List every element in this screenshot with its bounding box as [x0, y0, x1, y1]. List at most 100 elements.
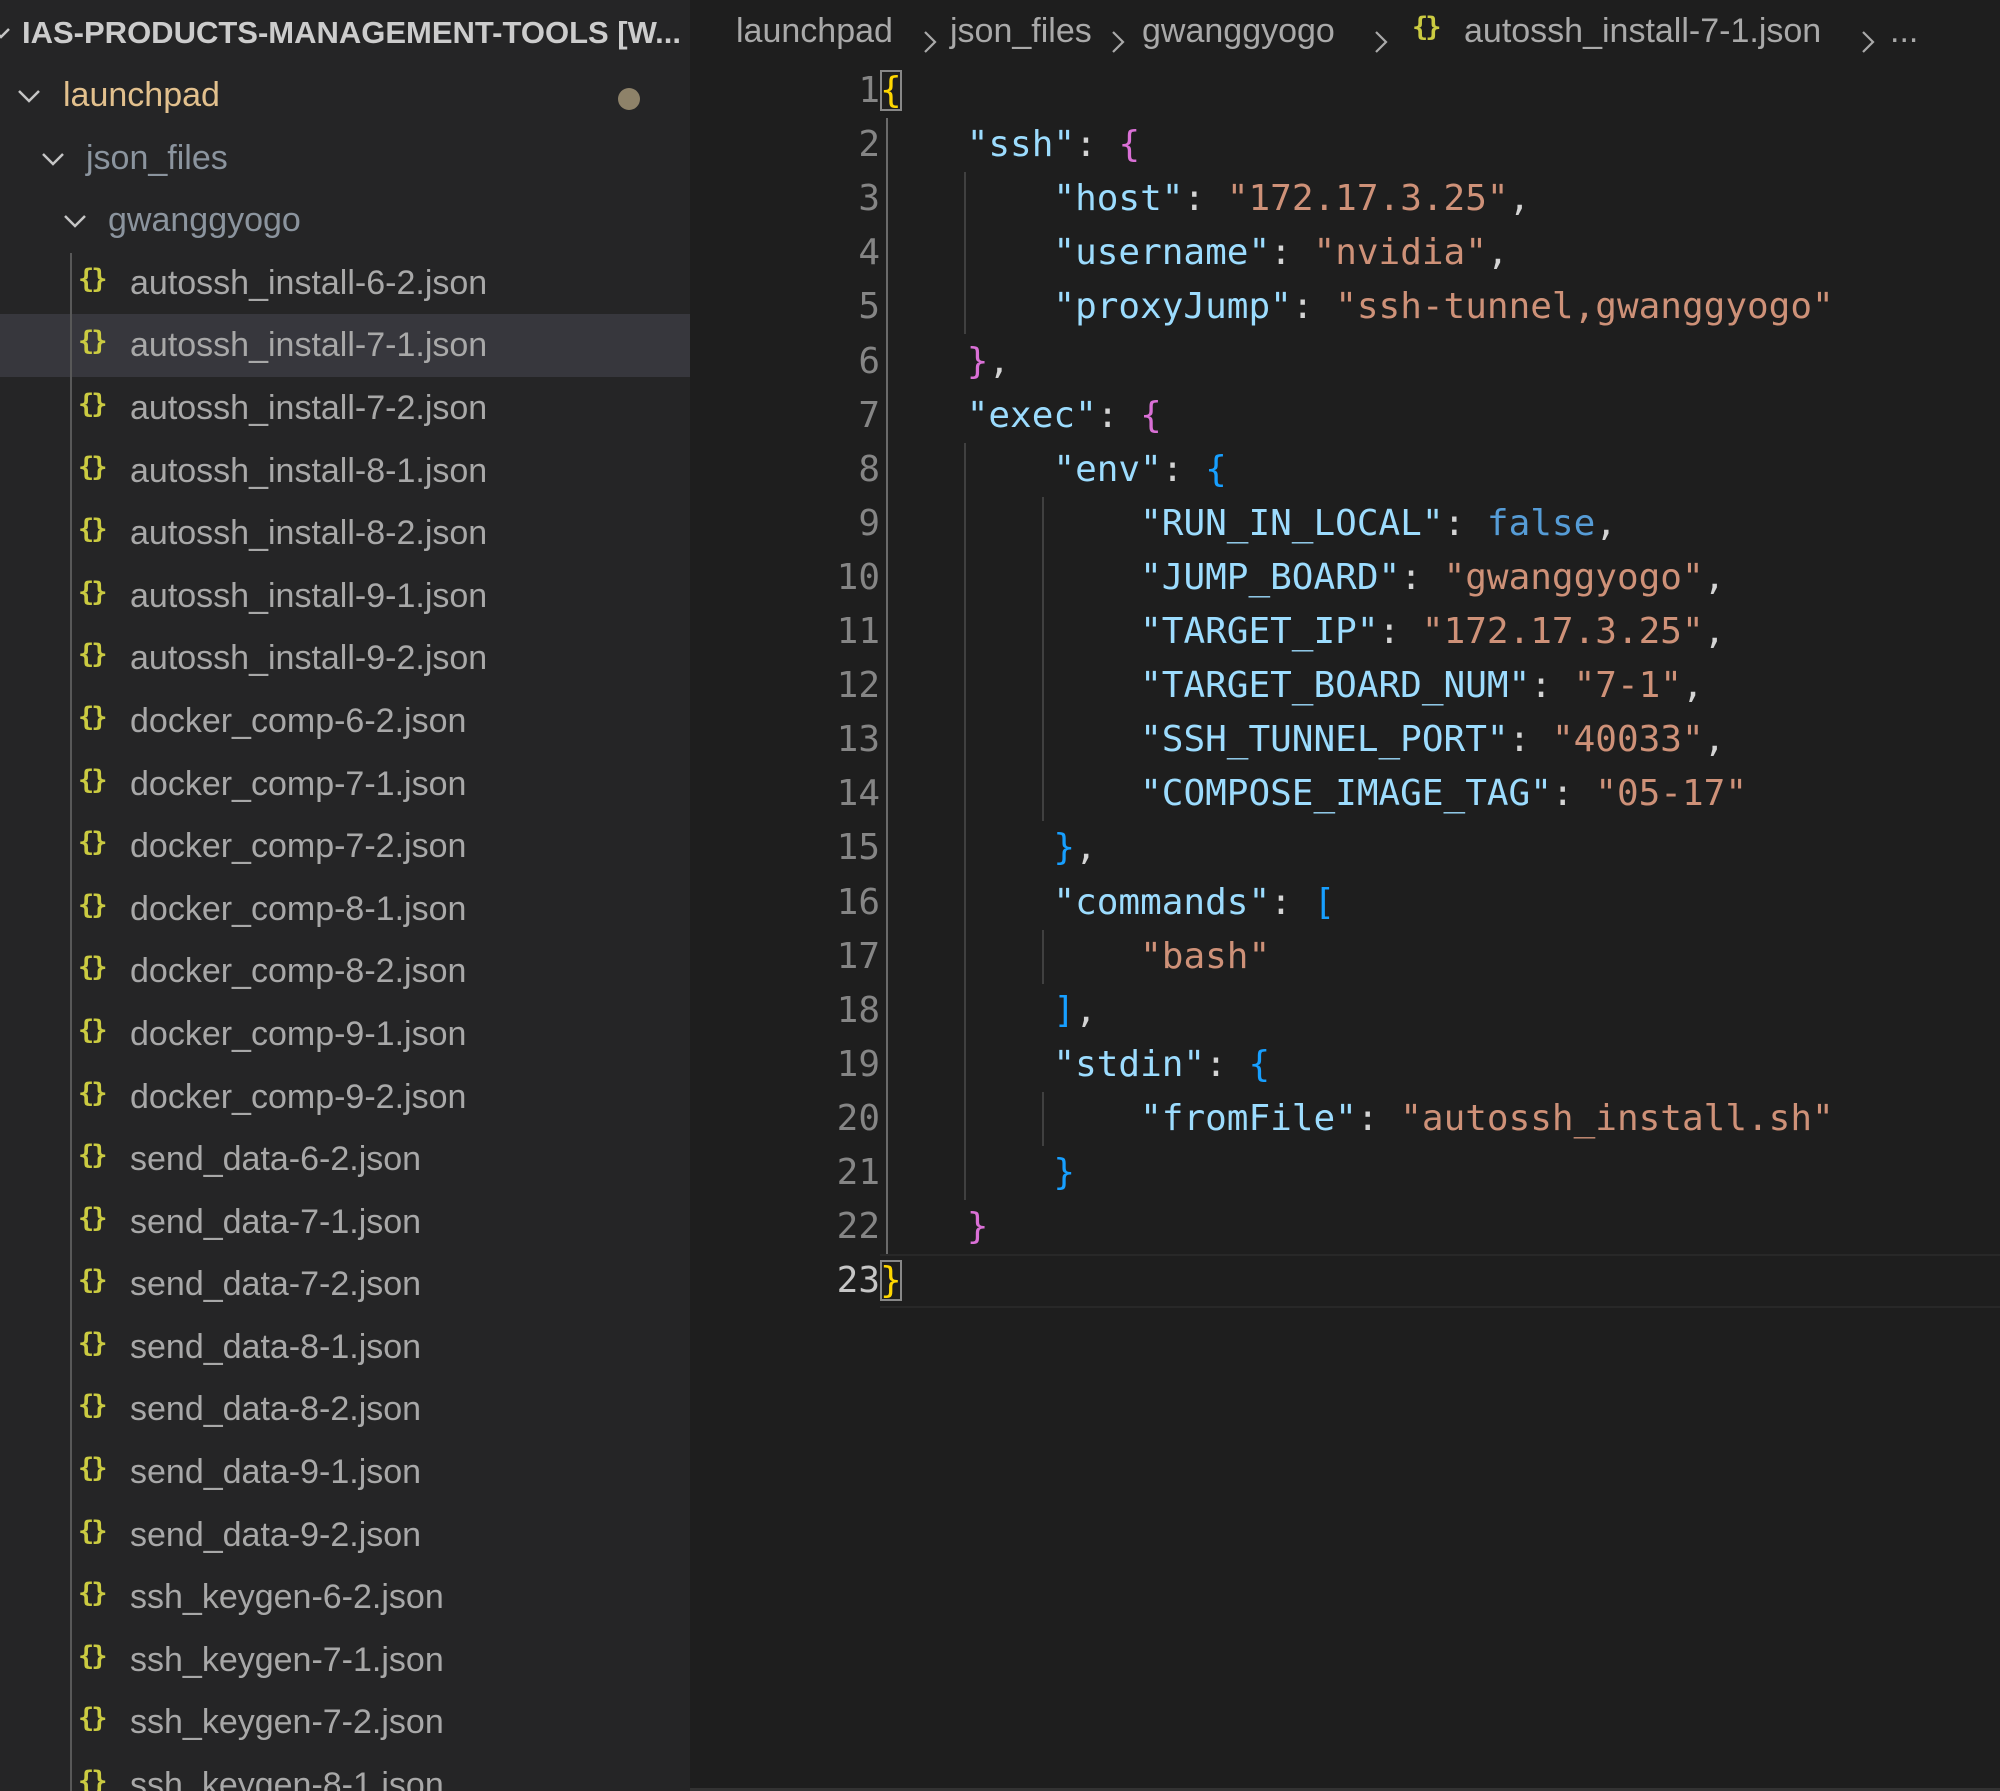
line-number: 16 [836, 881, 880, 923]
code-line[interactable]: 5 "proxyJump": "ssh-tunnel,gwanggyogo" [690, 280, 2000, 334]
chevron-down-icon [16, 83, 42, 114]
code-text: "COMPOSE_IMAGE_TAG": "05-17" [1140, 773, 1747, 815]
workspace-title: IAS-PRODUCTS-MANAGEMENT-TOOLS [W... [22, 15, 682, 50]
line-number: 19 [836, 1043, 880, 1085]
file-item[interactable]: {} ssh_keygen-6-2.json [0, 1566, 690, 1629]
json-braces-icon: {} [78, 1140, 107, 1172]
code-line[interactable]: 11 "TARGET_IP": "172.17.3.25", [690, 605, 2000, 659]
line-number: 10 [836, 556, 880, 598]
code-line[interactable]: 7 "exec": { [690, 389, 2000, 443]
json-braces-icon: {} [78, 576, 107, 608]
code-text: "env": { [1053, 448, 1227, 490]
code-text: } [966, 1206, 989, 1248]
file-item[interactable]: {} autossh_install-8-2.json [0, 502, 690, 565]
explorer-header[interactable]: IAS-PRODUCTS-MANAGEMENT-TOOLS [W... [0, 0, 690, 64]
file-item[interactable]: {} send_data-9-2.json [0, 1504, 690, 1567]
file-item[interactable]: {} send_data-8-2.json [0, 1378, 690, 1441]
code-line[interactable]: 10 "JUMP_BOARD": "gwanggyogo", [690, 551, 2000, 605]
code-line[interactable]: 9 "RUN_IN_LOCAL": false, [690, 497, 2000, 551]
file-label: autossh_install-6-2.json [130, 263, 488, 302]
json-braces-icon: {} [78, 388, 107, 420]
file-item[interactable]: {} send_data-7-2.json [0, 1253, 690, 1316]
file-item[interactable]: {} send_data-7-1.json [0, 1191, 690, 1254]
line-number: 11 [836, 611, 880, 652]
code-line[interactable]: 23} [690, 1254, 2000, 1308]
breadcrumb-ellipsis[interactable]: ... [1890, 12, 1918, 51]
file-item[interactable]: {} send_data-8-1.json [0, 1316, 690, 1379]
code-line[interactable]: 14 "COMPOSE_IMAGE_TAG": "05-17" [690, 767, 2000, 821]
file-label: ssh_keygen-8-1.json [130, 1766, 444, 1791]
file-label: ssh_keygen-6-2.json [130, 1578, 444, 1617]
chevron-down-icon [40, 146, 66, 177]
file-label: docker_comp-6-2.json [130, 701, 467, 740]
folder-launchpad[interactable]: launchpad [0, 64, 690, 127]
file-label: autossh_install-9-2.json [130, 639, 488, 678]
code-line[interactable]: 4 "username": "nvidia", [690, 226, 2000, 280]
line-number: 9 [858, 502, 880, 544]
folder-json-files[interactable]: json_files [0, 127, 690, 190]
modified-indicator [618, 88, 640, 110]
file-item[interactable]: {} docker_comp-6-2.json [0, 690, 690, 753]
file-item[interactable]: {} docker_comp-8-1.json [0, 878, 690, 941]
file-item[interactable]: {} ssh_keygen-8-1.json [0, 1754, 690, 1791]
breadcrumb-item-json-files[interactable]: json_files [950, 12, 1092, 51]
file-item[interactable]: {} autossh_install-9-2.json [0, 627, 690, 690]
code-text: { [880, 70, 902, 111]
code-line[interactable]: 21 } [690, 1146, 2000, 1200]
code-line[interactable]: 6 }, [690, 335, 2000, 389]
code-line[interactable]: 19 "stdin": { [690, 1038, 2000, 1092]
file-item[interactable]: {} autossh_install-6-2.json [0, 252, 690, 315]
code-line[interactable]: 15 }, [690, 821, 2000, 875]
code-line[interactable]: 17 "bash" [690, 930, 2000, 984]
file-item[interactable]: {} ssh_keygen-7-2.json [0, 1691, 690, 1754]
line-number: 15 [836, 827, 880, 869]
code-text: } [880, 1260, 902, 1302]
file-item[interactable]: {} docker_comp-9-1.json [0, 1003, 690, 1066]
json-braces-icon: {} [78, 1766, 107, 1791]
folder-label: launchpad [63, 76, 220, 114]
code-line[interactable]: 3 "host": "172.17.3.25", [690, 172, 2000, 226]
file-label: ssh_keygen-7-2.json [130, 1703, 444, 1742]
line-number: 21 [836, 1152, 880, 1193]
code-line[interactable]: 1{ [690, 64, 2000, 118]
file-item[interactable]: {} send_data-9-1.json [0, 1441, 690, 1504]
code-line[interactable]: 12 "TARGET_BOARD_NUM": "7-1", [690, 659, 2000, 713]
file-item[interactable]: {} docker_comp-7-2.json [0, 815, 690, 878]
breadcrumb-item-gwanggyogo[interactable]: gwanggyogo [1142, 12, 1335, 51]
code-line[interactable]: 20 "fromFile": "autossh_install.sh" [690, 1092, 2000, 1146]
line-number: 20 [836, 1097, 880, 1139]
json-braces-icon: {} [78, 701, 107, 733]
json-braces-icon: {} [78, 1265, 107, 1297]
file-item[interactable]: {} docker_comp-9-2.json [0, 1066, 690, 1129]
code-line[interactable]: 8 "env": { [690, 443, 2000, 497]
file-item[interactable]: {} send_data-6-2.json [0, 1128, 690, 1191]
file-label: send_data-7-2.json [130, 1265, 422, 1304]
file-label: send_data-8-1.json [130, 1327, 422, 1366]
code-line[interactable]: 16 "commands": [ [690, 876, 2000, 930]
json-braces-icon: {} [78, 827, 107, 859]
breadcrumb: launchpad json_files gwanggyogo {} autos… [690, 0, 2000, 64]
file-item[interactable]: {} ssh_keygen-7-1.json [0, 1629, 690, 1692]
file-item[interactable]: {} autossh_install-8-1.json [0, 440, 690, 503]
file-item[interactable]: {} docker_comp-7-1.json [0, 753, 690, 816]
breadcrumb-item-file[interactable]: autossh_install-7-1.json [1464, 12, 1821, 51]
tree-indent-guide [70, 253, 72, 1791]
code-line[interactable]: 18 ], [690, 984, 2000, 1038]
folder-label: gwanggyogo [108, 201, 301, 240]
breadcrumb-item-launchpad[interactable]: launchpad [736, 12, 893, 51]
json-braces-icon: {} [78, 1640, 107, 1672]
folder-gwanggyogo[interactable]: gwanggyogo [0, 189, 690, 252]
chevron-right-icon [1373, 24, 1389, 63]
line-number: 13 [836, 719, 880, 761]
code-line[interactable]: 2 "ssh": { [690, 118, 2000, 172]
line-number: 2 [858, 124, 880, 166]
file-item[interactable]: {} docker_comp-8-2.json [0, 940, 690, 1003]
chevron-down-icon[interactable] [0, 22, 12, 49]
file-item[interactable]: {} autossh_install-9-1.json [0, 565, 690, 628]
file-item[interactable]: {} autossh_install-7-2.json [0, 377, 690, 440]
line-number: 12 [836, 665, 880, 707]
code-line[interactable]: 22 } [690, 1200, 2000, 1254]
file-item[interactable]: {} autossh_install-7-1.json [0, 314, 690, 377]
file-label: autossh_install-8-1.json [130, 451, 488, 490]
code-line[interactable]: 13 "SSH_TUNNEL_PORT": "40033", [690, 713, 2000, 767]
